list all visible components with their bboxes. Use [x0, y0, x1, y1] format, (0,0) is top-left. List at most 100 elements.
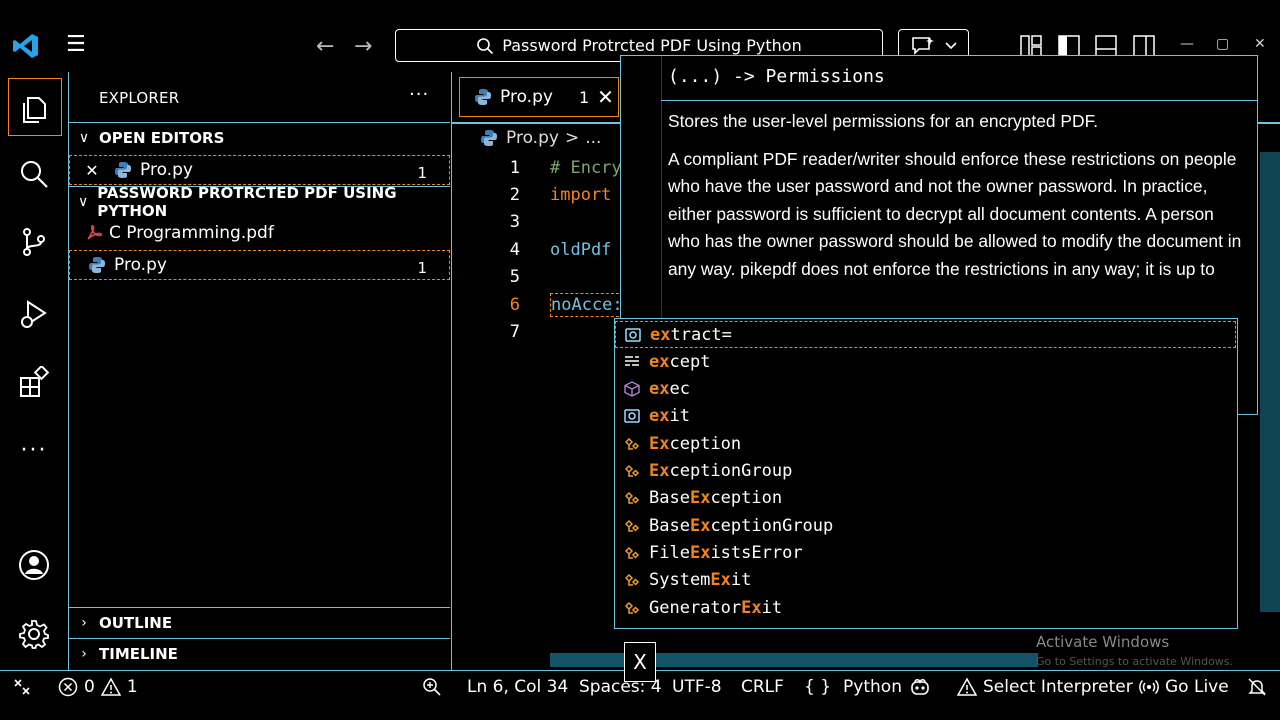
error-count: 0: [84, 677, 95, 697]
more-actions-icon[interactable]: ···: [409, 84, 429, 105]
line-number: 5: [509, 267, 520, 287]
open-editors-title: OPEN EDITORS: [99, 128, 225, 147]
more-icon[interactable]: ···: [0, 418, 68, 482]
close-window-button[interactable]: ✕: [1254, 36, 1266, 52]
search-icon: [21, 161, 48, 188]
toggle-primary-sidebar-icon[interactable]: [1058, 35, 1080, 57]
close-overlay-button[interactable]: X: [624, 642, 656, 682]
open-editors-header[interactable]: ∨ OPEN EDITORS: [69, 122, 450, 152]
file-item[interactable]: C Programming.pdf: [69, 218, 450, 248]
activation-watermark-title: Activate Windows: [1036, 633, 1170, 651]
encoding[interactable]: UTF-8: [672, 677, 722, 697]
breadcrumb-symbol[interactable]: ...: [585, 128, 601, 148]
hover-paragraph: A compliant PDF reader/writer should enf…: [668, 148, 1242, 279]
activity-manage[interactable]: [0, 602, 68, 666]
activity-accounts[interactable]: [0, 533, 68, 597]
module-icon: [615, 380, 649, 398]
folder-title: PASSWORD PROTRCTED PDF USING PYTHON: [97, 183, 397, 220]
suggestion-label: BaseException: [649, 488, 783, 509]
activity-extensions[interactable]: [0, 350, 68, 414]
activity-run-debug[interactable]: [0, 282, 68, 346]
suggestion-label: FileExistsError: [649, 542, 803, 563]
timeline-header[interactable]: › TIMELINE: [69, 638, 450, 668]
chevron-down-icon: [944, 41, 957, 49]
problem-badge: 1: [417, 164, 427, 182]
source-control-icon: [23, 228, 45, 256]
copilot-icon: [911, 679, 929, 695]
search-icon: [477, 37, 494, 54]
notifications-button[interactable]: [1247, 677, 1267, 697]
code-line[interactable]: # Encry: [550, 158, 622, 178]
variable-icon: [615, 407, 649, 425]
activity-explorer[interactable]: [0, 78, 68, 142]
suggestion-label: extract=: [650, 324, 732, 345]
activity-search[interactable]: [0, 142, 68, 206]
open-editor-label: Pro.py: [140, 160, 193, 180]
broadcast-icon: [1139, 679, 1159, 695]
suggestion-item[interactable]: exit: [615, 403, 1236, 430]
menu-hamburger-icon[interactable]: ☰: [66, 34, 90, 58]
hover-paragraph: Stores the user-level permissions for an…: [668, 111, 1099, 131]
suggestion-item[interactable]: ExceptionGroup: [615, 458, 1236, 485]
folder-header[interactable]: ∨ PASSWORD PROTRCTED PDF USING PYTHON: [69, 184, 450, 220]
go-live-button[interactable]: Go Live: [1139, 677, 1229, 697]
vscode-logo-icon: [13, 34, 38, 58]
code-line[interactable]: oldPdf: [550, 240, 611, 260]
remote-icon: [14, 679, 30, 695]
line-number: 2: [509, 185, 520, 205]
arrow-left-icon[interactable]: ←: [316, 34, 334, 59]
customize-layout-icon[interactable]: [1020, 35, 1042, 57]
zoom-indicator[interactable]: [422, 677, 442, 697]
hover-signature: (...) -> Permissions: [668, 66, 885, 87]
suggestion-item[interactable]: exec: [615, 376, 1236, 403]
code-line[interactable]: import: [550, 185, 611, 205]
close-icon[interactable]: ✕: [597, 85, 614, 109]
activity-bar: ···: [0, 72, 68, 670]
select-interpreter[interactable]: Select Interpreter: [957, 677, 1133, 697]
suggestion-item[interactable]: BaseException: [615, 485, 1236, 512]
class-icon: [615, 571, 649, 589]
arrow-right-icon[interactable]: →: [354, 34, 372, 59]
copilot-status[interactable]: [910, 677, 930, 697]
suggestion-item[interactable]: FileExistsError: [615, 539, 1236, 566]
suggestion-item[interactable]: Exception: [615, 430, 1236, 457]
minimize-button[interactable]: —: [1180, 36, 1194, 52]
run-debug-icon: [21, 300, 47, 328]
variable-icon: [616, 326, 650, 344]
breadcrumb-separator: >: [564, 128, 580, 148]
line-ending[interactable]: CRLF: [741, 677, 784, 697]
explorer-sidebar: EXPLORER ··· ∨ OPEN EDITORS ✕ Pro.py 1 ∨…: [68, 72, 452, 670]
class-icon: [615, 544, 649, 562]
line-number: 3: [509, 212, 520, 232]
suggestion-label: BaseExceptionGroup: [649, 515, 834, 536]
chevron-right-icon: ›: [81, 645, 87, 662]
cursor-position[interactable]: Ln 6, Col 34: [467, 677, 568, 697]
sidebar-title: EXPLORER: [99, 89, 180, 107]
open-editor-item[interactable]: ✕ Pro.py 1: [69, 155, 450, 185]
suggestion-label: exec: [649, 379, 690, 400]
vertical-scrollbar[interactable]: [1260, 152, 1280, 612]
suggestion-item[interactable]: GeneratorExit: [615, 594, 1236, 621]
maximize-button[interactable]: ▢: [1216, 36, 1229, 52]
remote-indicator[interactable]: [12, 677, 32, 697]
file-item[interactable]: Pro.py 1: [69, 250, 450, 280]
outline-header[interactable]: › OUTLINE: [69, 607, 450, 637]
suggestion-item[interactable]: BaseExceptionGroup: [615, 512, 1236, 539]
code-line-current[interactable]: noAcce:: [550, 293, 624, 317]
suggestion-item[interactable]: SystemExit: [615, 567, 1236, 594]
problems-indicator[interactable]: 0 1: [58, 677, 138, 697]
tab-pro-py[interactable]: Pro.py 1 ✕: [459, 77, 619, 117]
activity-source-control[interactable]: [0, 210, 68, 274]
file-label: Pro.py: [114, 255, 167, 275]
suggestion-item[interactable]: extract=: [615, 321, 1236, 348]
timeline-title: TIMELINE: [99, 644, 178, 663]
toggle-secondary-sidebar-icon[interactable]: [1133, 35, 1155, 57]
line-number: 4: [509, 240, 520, 260]
toggle-panel-icon[interactable]: [1095, 35, 1117, 57]
python-file-icon: [475, 89, 491, 105]
suggestion-item[interactable]: except: [615, 348, 1236, 375]
close-icon[interactable]: ✕: [70, 161, 114, 180]
language-mode[interactable]: { } Python: [804, 677, 902, 697]
breadcrumb-file[interactable]: Pro.py: [506, 128, 559, 148]
extensions-icon: [20, 366, 50, 397]
